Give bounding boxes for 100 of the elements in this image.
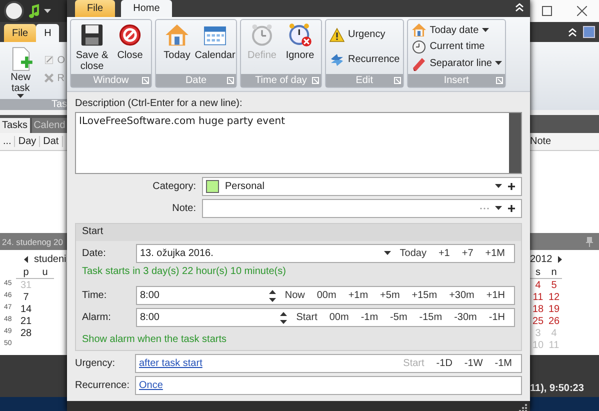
quick-set-button[interactable]: Now xyxy=(282,290,308,301)
ribbon-button[interactable]: Close xyxy=(112,22,148,72)
resize-grip-icon[interactable] xyxy=(519,404,527,411)
calendar-day[interactable]: 7 xyxy=(16,292,36,303)
column-header[interactable]: Dat xyxy=(40,136,63,147)
caret-icon xyxy=(495,206,502,211)
quick-set-button[interactable]: -1H xyxy=(486,312,508,323)
spinner-icon[interactable] xyxy=(268,290,276,302)
close-icon[interactable] xyxy=(576,6,587,16)
ribbon-button[interactable]: Today date xyxy=(410,22,502,38)
field-label: Time: xyxy=(82,290,108,301)
group-label: Date xyxy=(185,75,207,86)
quick-set-button[interactable]: +30m xyxy=(446,290,478,301)
field-label: Urgency: xyxy=(75,358,116,369)
calendar-day[interactable]: 4 xyxy=(530,280,546,291)
app-icon[interactable] xyxy=(4,1,24,21)
collapse-ribbon-icon[interactable] xyxy=(515,2,524,12)
quick-set-button[interactable]: Start xyxy=(293,312,320,323)
ribbon-button[interactable]: Today xyxy=(159,22,195,72)
quick-set-button[interactable]: +1M xyxy=(482,248,508,259)
ribbon-button[interactable]: Separator line xyxy=(410,56,502,72)
plus-icon[interactable] xyxy=(508,183,515,190)
quick-set-button[interactable]: -5m xyxy=(387,312,410,323)
quick-set-button[interactable]: -1M xyxy=(492,358,515,369)
group-label: Time of day xyxy=(255,75,307,86)
previous-month-icon[interactable] xyxy=(24,256,28,263)
new-task-button[interactable]: New task xyxy=(2,46,40,99)
view-tab[interactable]: Tasks xyxy=(0,118,30,133)
date-field[interactable]: 13. ožujka 2016. Today +1 +7 +1M xyxy=(136,244,515,263)
quick-set-button[interactable]: -1W xyxy=(461,358,486,369)
caret-icon xyxy=(495,184,502,189)
weekday-header: p xyxy=(16,267,36,279)
ribbon-tab[interactable]: File xyxy=(4,24,36,42)
status-text: 11), 9:50:23 xyxy=(530,382,584,394)
calendar-day[interactable]: 21 xyxy=(16,316,36,327)
spinner-icon[interactable] xyxy=(280,312,288,324)
calendar-day[interactable]: 11 xyxy=(530,292,546,303)
plus-icon[interactable] xyxy=(508,205,515,212)
quick-set-button[interactable]: 00m xyxy=(314,290,340,301)
quick-set-button[interactable]: 00m xyxy=(326,312,352,323)
alarm-field[interactable]: 8:00 Start 00m -1m -5m -15m -30m -1H xyxy=(136,308,515,327)
column-header[interactable]: Note xyxy=(530,136,552,147)
house-icon xyxy=(164,22,190,48)
calendar-day[interactable]: 25 xyxy=(530,316,546,327)
column-header[interactable]: Day xyxy=(15,136,40,147)
calendar-day[interactable]: 26 xyxy=(546,316,562,327)
caret-icon xyxy=(494,61,502,66)
collapse-ribbon-icon[interactable] xyxy=(568,28,577,36)
calendar-day[interactable]: 12 xyxy=(546,292,562,303)
next-month-icon[interactable] xyxy=(558,256,562,263)
weekday-header: n xyxy=(546,267,562,279)
ribbon-button[interactable]: Urgency xyxy=(329,26,400,42)
category-dropdown[interactable]: Personal xyxy=(202,177,522,196)
ribbon-tab[interactable]: Home xyxy=(121,0,172,17)
ribbon-tab[interactable]: File xyxy=(75,0,116,17)
save-icon xyxy=(79,22,105,48)
more-icon[interactable] xyxy=(480,207,489,210)
quick-set-button[interactable]: +5m xyxy=(377,290,403,301)
field-label: Recurrence: xyxy=(75,380,130,391)
quick-set-button[interactable]: -1D xyxy=(433,358,456,369)
quick-set-button[interactable]: +1 xyxy=(435,248,453,259)
calendar-day[interactable]: 18 xyxy=(530,304,546,315)
calendar-day[interactable]: 14 xyxy=(16,304,36,315)
ribbon-button[interactable]: Save & close xyxy=(74,22,110,72)
quick-set-button[interactable]: +15m xyxy=(408,290,440,301)
no-entry-icon xyxy=(117,22,143,48)
field-label: Description (Ctrl-Enter for a new line): xyxy=(75,98,244,109)
caret-icon xyxy=(482,28,489,33)
quick-set-button[interactable]: +1H xyxy=(483,290,508,301)
quick-set-button[interactable]: Today xyxy=(396,248,430,259)
calendar-day[interactable]: 5 xyxy=(546,280,562,291)
time-field[interactable]: 8:00 Now 00m +1m +5m +15m +30m +1H xyxy=(136,286,515,305)
urgency-link[interactable]: after task start xyxy=(139,358,202,369)
house-icon xyxy=(410,22,427,38)
description-field[interactable]: ILoveFreeSoftware.com huge party event xyxy=(75,112,522,174)
calendar-day[interactable]: 28 xyxy=(16,328,36,339)
music-note-icon[interactable] xyxy=(28,4,40,18)
ribbon-tab[interactable]: H xyxy=(36,24,60,42)
quick-set-button[interactable]: -15m xyxy=(416,312,446,323)
quick-set-button[interactable]: +1m xyxy=(345,290,372,301)
group-label: Window xyxy=(93,75,129,86)
maximize-icon[interactable] xyxy=(542,6,552,16)
recurrence-link[interactable]: Once xyxy=(139,380,163,391)
note-field[interactable] xyxy=(202,199,522,218)
pencil-icon xyxy=(43,54,56,66)
quick-set-button[interactable]: -1m xyxy=(358,312,382,323)
quick-set-button[interactable]: -30m xyxy=(451,312,480,323)
weekday-header: u xyxy=(36,267,54,279)
caret-icon xyxy=(44,8,51,14)
calendar-day[interactable]: 19 xyxy=(546,304,562,315)
ribbon-button[interactable]: Ignore xyxy=(282,22,318,72)
ribbon-button[interactable]: Current time xyxy=(410,38,502,55)
column-header[interactable]: ... xyxy=(0,136,16,147)
year-label: 2012 xyxy=(530,254,552,265)
quick-set-button[interactable]: +7 xyxy=(458,248,476,259)
ribbon-button[interactable]: Recurrence xyxy=(329,52,400,68)
warning-icon xyxy=(329,26,345,42)
clock-icon xyxy=(410,38,427,55)
field-label: Category: xyxy=(152,181,197,192)
ribbon-button[interactable]: Calendar xyxy=(197,22,233,72)
